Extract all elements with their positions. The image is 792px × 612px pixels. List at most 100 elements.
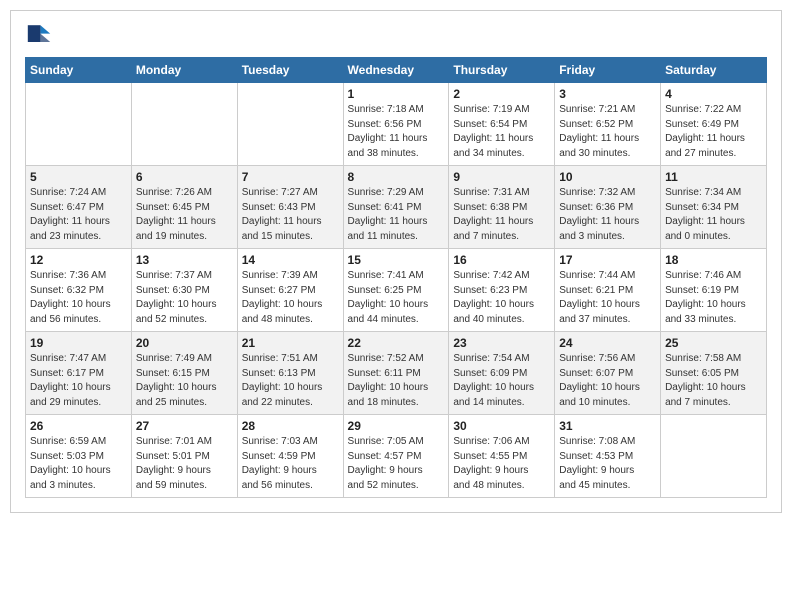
day-number: 12 [30, 253, 127, 267]
day-info: Sunrise: 7:51 AM Sunset: 6:13 PM Dayligh… [242, 352, 339, 410]
calendar-cell: 5 Sunrise: 7:24 AM Sunset: 6:47 PM Daylig… [26, 166, 132, 249]
day-info: Sunrise: 7:58 AM Sunset: 6:05 PM Dayligh… [665, 352, 762, 410]
day-info: Sunrise: 7:05 AM Sunset: 4:57 PM Dayligh… [348, 435, 445, 493]
calendar-cell: 14Sunrise: 7:39 AM Sunset: 6:27 PM Dayli… [237, 249, 343, 332]
day-info: Sunrise: 7:06 AM Sunset: 4:55 PM Dayligh… [453, 435, 550, 493]
week-row-1: 5 Sunrise: 7:24 AM Sunset: 6:47 PM Daylig… [26, 166, 767, 249]
day-number: 3 [559, 87, 656, 101]
day-info: Sunrise: 7:47 AM Sunset: 6:17 PM Dayligh… [30, 352, 127, 410]
day-number: 11 [665, 170, 762, 184]
day-info: Sunrise: 7:34 AM Sunset: 6:34 PM Dayligh… [665, 186, 762, 244]
day-number: 7 [242, 170, 339, 184]
day-info: Sunrise: 7:36 AM Sunset: 6:32 PM Dayligh… [30, 269, 127, 327]
header-day-friday: Friday [555, 58, 661, 83]
calendar-cell: 30Sunrise: 7:06 AM Sunset: 4:55 PM Dayli… [449, 415, 555, 498]
day-number: 20 [136, 336, 233, 350]
day-info: Sunrise: 7:42 AM Sunset: 6:23 PM Dayligh… [453, 269, 550, 327]
calendar-cell: 4 Sunrise: 7:22 AM Sunset: 6:49 PM Daylig… [661, 83, 767, 166]
calendar-cell [26, 83, 132, 166]
day-number: 15 [348, 253, 445, 267]
day-info: Sunrise: 7:01 AM Sunset: 5:01 PM Dayligh… [136, 435, 233, 493]
calendar-cell: 17 Sunrise: 7:44 AM Sunset: 6:21 PM Dayli… [555, 249, 661, 332]
day-number: 19 [30, 336, 127, 350]
calendar-cell [131, 83, 237, 166]
calendar-cell: 13Sunrise: 7:37 AM Sunset: 6:30 PM Dayli… [131, 249, 237, 332]
day-number: 4 [665, 87, 762, 101]
day-info: Sunrise: 7:18 AM Sunset: 6:56 PM Dayligh… [348, 103, 445, 161]
logo [25, 21, 57, 49]
header [25, 21, 767, 49]
day-number: 25 [665, 336, 762, 350]
day-info: Sunrise: 7:46 AM Sunset: 6:19 PM Dayligh… [665, 269, 762, 327]
day-info: Sunrise: 7:21 AM Sunset: 6:52 PM Dayligh… [559, 103, 656, 161]
calendar-cell: 22 Sunrise: 7:52 AM Sunset: 6:11 PM Dayli… [343, 332, 449, 415]
day-info: Sunrise: 7:49 AM Sunset: 6:15 PM Dayligh… [136, 352, 233, 410]
header-day-sunday: Sunday [26, 58, 132, 83]
calendar-cell: 7 Sunrise: 7:27 AM Sunset: 6:43 PM Daylig… [237, 166, 343, 249]
calendar-cell: 8 Sunrise: 7:29 AM Sunset: 6:41 PM Daylig… [343, 166, 449, 249]
header-day-saturday: Saturday [661, 58, 767, 83]
header-day-wednesday: Wednesday [343, 58, 449, 83]
day-number: 9 [453, 170, 550, 184]
day-number: 16 [453, 253, 550, 267]
day-info: Sunrise: 7:37 AM Sunset: 6:30 PM Dayligh… [136, 269, 233, 327]
day-info: Sunrise: 7:56 AM Sunset: 6:07 PM Dayligh… [559, 352, 656, 410]
header-day-thursday: Thursday [449, 58, 555, 83]
calendar-cell [661, 415, 767, 498]
calendar-cell: 25 Sunrise: 7:58 AM Sunset: 6:05 PM Dayli… [661, 332, 767, 415]
day-number: 14 [242, 253, 339, 267]
day-number: 2 [453, 87, 550, 101]
day-info: Sunrise: 7:22 AM Sunset: 6:49 PM Dayligh… [665, 103, 762, 161]
day-number: 5 [30, 170, 127, 184]
day-number: 6 [136, 170, 233, 184]
calendar-cell: 3 Sunrise: 7:21 AM Sunset: 6:52 PM Daylig… [555, 83, 661, 166]
day-number: 8 [348, 170, 445, 184]
calendar-cell: 23Sunrise: 7:54 AM Sunset: 6:09 PM Dayli… [449, 332, 555, 415]
calendar-header: SundayMondayTuesdayWednesdayThursdayFrid… [26, 58, 767, 83]
day-number: 17 [559, 253, 656, 267]
day-info: Sunrise: 7:54 AM Sunset: 6:09 PM Dayligh… [453, 352, 550, 410]
calendar-cell: 15 Sunrise: 7:41 AM Sunset: 6:25 PM Dayli… [343, 249, 449, 332]
day-number: 10 [559, 170, 656, 184]
calendar-cell: 2 Sunrise: 7:19 AM Sunset: 6:54 PM Daylig… [449, 83, 555, 166]
calendar-cell: 21Sunrise: 7:51 AM Sunset: 6:13 PM Dayli… [237, 332, 343, 415]
week-row-0: 1 Sunrise: 7:18 AM Sunset: 6:56 PM Daylig… [26, 83, 767, 166]
day-info: Sunrise: 7:31 AM Sunset: 6:38 PM Dayligh… [453, 186, 550, 244]
calendar-cell: 11 Sunrise: 7:34 AM Sunset: 6:34 PM Dayli… [661, 166, 767, 249]
day-number: 24 [559, 336, 656, 350]
day-number: 28 [242, 419, 339, 433]
day-info: Sunrise: 7:27 AM Sunset: 6:43 PM Dayligh… [242, 186, 339, 244]
calendar-cell: 24 Sunrise: 7:56 AM Sunset: 6:07 PM Dayli… [555, 332, 661, 415]
calendar-page: SundayMondayTuesdayWednesdayThursdayFrid… [10, 10, 782, 513]
day-number: 29 [348, 419, 445, 433]
calendar-body: 1 Sunrise: 7:18 AM Sunset: 6:56 PM Daylig… [26, 83, 767, 498]
calendar-cell: 9 Sunrise: 7:31 AM Sunset: 6:38 PM Daylig… [449, 166, 555, 249]
day-info: Sunrise: 7:24 AM Sunset: 6:47 PM Dayligh… [30, 186, 127, 244]
day-info: Sunrise: 7:44 AM Sunset: 6:21 PM Dayligh… [559, 269, 656, 327]
calendar-table: SundayMondayTuesdayWednesdayThursdayFrid… [25, 57, 767, 498]
day-info: Sunrise: 7:19 AM Sunset: 6:54 PM Dayligh… [453, 103, 550, 161]
day-number: 27 [136, 419, 233, 433]
calendar-cell: 27 Sunrise: 7:01 AM Sunset: 5:01 PM Dayli… [131, 415, 237, 498]
day-info: Sunrise: 7:52 AM Sunset: 6:11 PM Dayligh… [348, 352, 445, 410]
header-row: SundayMondayTuesdayWednesdayThursdayFrid… [26, 58, 767, 83]
calendar-cell: 19 Sunrise: 7:47 AM Sunset: 6:17 PM Dayli… [26, 332, 132, 415]
week-row-2: 12 Sunrise: 7:36 AM Sunset: 6:32 PM Dayli… [26, 249, 767, 332]
day-info: Sunrise: 7:08 AM Sunset: 4:53 PM Dayligh… [559, 435, 656, 493]
logo-icon [25, 21, 53, 49]
header-day-monday: Monday [131, 58, 237, 83]
calendar-cell: 6Sunrise: 7:26 AM Sunset: 6:45 PM Daylig… [131, 166, 237, 249]
calendar-cell: 26Sunrise: 6:59 AM Sunset: 5:03 PM Dayli… [26, 415, 132, 498]
day-number: 1 [348, 87, 445, 101]
calendar-cell: 1 Sunrise: 7:18 AM Sunset: 6:56 PM Daylig… [343, 83, 449, 166]
day-number: 31 [559, 419, 656, 433]
week-row-4: 26Sunrise: 6:59 AM Sunset: 5:03 PM Dayli… [26, 415, 767, 498]
day-info: Sunrise: 7:29 AM Sunset: 6:41 PM Dayligh… [348, 186, 445, 244]
calendar-cell: 31 Sunrise: 7:08 AM Sunset: 4:53 PM Dayli… [555, 415, 661, 498]
calendar-cell: 10Sunrise: 7:32 AM Sunset: 6:36 PM Dayli… [555, 166, 661, 249]
calendar-cell: 28Sunrise: 7:03 AM Sunset: 4:59 PM Dayli… [237, 415, 343, 498]
day-info: Sunrise: 7:41 AM Sunset: 6:25 PM Dayligh… [348, 269, 445, 327]
day-number: 22 [348, 336, 445, 350]
header-day-tuesday: Tuesday [237, 58, 343, 83]
calendar-cell [237, 83, 343, 166]
